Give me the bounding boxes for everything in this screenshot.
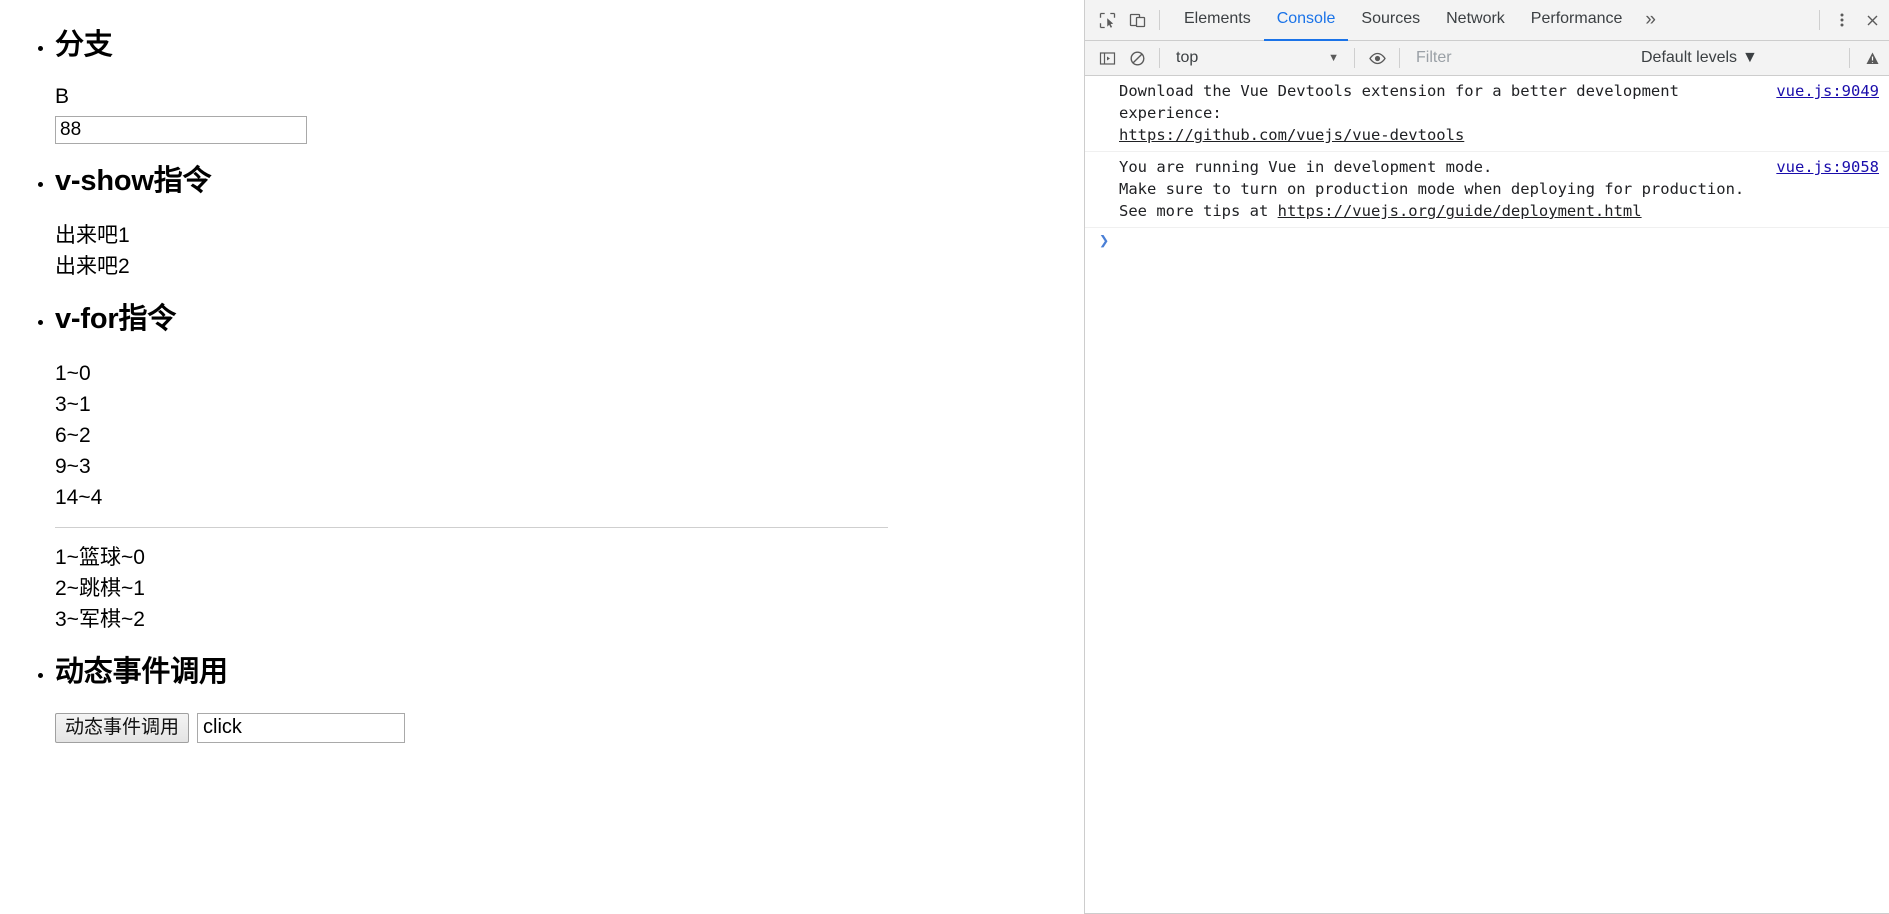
section-title-vshow: v-show指令	[55, 164, 212, 197]
page-section-list: 分支 B v-show指令 出来吧1 出来吧2 v-for指令	[0, 29, 1084, 743]
console-message-body: Download the Vue Devtools extension for …	[1119, 82, 1679, 122]
console-prompt-row[interactable]: ❯	[1085, 228, 1889, 254]
console-message[interactable]: Download the Vue Devtools extension for …	[1085, 76, 1889, 152]
branch-block: B	[55, 84, 1084, 144]
vfor-number-list: 1~0 3~1 6~2 9~3 14~4	[55, 358, 1084, 513]
list-item: 2~跳棋~1	[55, 576, 145, 600]
section-divider	[55, 526, 888, 528]
branch-input[interactable]	[55, 115, 307, 144]
screen-root: 分支 B v-show指令 出来吧1 出来吧2 v-for指令	[0, 0, 1889, 914]
execution-context-value: top	[1176, 49, 1199, 66]
list-item: 14~4	[55, 485, 103, 509]
filter-input[interactable]	[1407, 47, 1619, 69]
devtools-tabbar-right	[1812, 5, 1889, 35]
list-item: 3~军棋~2	[55, 607, 145, 631]
section-branch: 分支 B	[55, 29, 1084, 144]
devtools-tabbar: Elements Console Sources Network Perform…	[1085, 0, 1889, 41]
toolbar-separator	[1159, 10, 1160, 30]
console-message-area[interactable]: Download the Vue Devtools extension for …	[1085, 76, 1889, 914]
section-title-branch: 分支	[55, 29, 113, 61]
devtools-tab-list: Elements Console Sources Network Perform…	[1171, 0, 1666, 41]
branch-label: B	[55, 84, 70, 108]
console-message-link[interactable]: https://vuejs.org/guide/deployment.html	[1278, 202, 1642, 220]
section-dynamic-event: 动态事件调用 动态事件调用	[55, 655, 1084, 743]
three-dots-menu-icon[interactable]	[1827, 5, 1857, 35]
tab-elements[interactable]: Elements	[1171, 0, 1264, 41]
list-item: 1~篮球~0	[55, 545, 145, 569]
console-message-text: Download the Vue Devtools extension for …	[1119, 80, 1762, 146]
console-message-source[interactable]: vue.js:9058	[1776, 156, 1879, 178]
vfor-object-list: 1~篮球~0 2~跳棋~1 3~军棋~2	[55, 542, 1084, 635]
tab-network[interactable]: Network	[1433, 0, 1518, 41]
section-title-vfor: v-for指令	[55, 302, 177, 335]
toolbar-separator	[1819, 10, 1820, 30]
section-vshow: v-show指令 出来吧1 出来吧2	[55, 164, 1084, 282]
toolbar-separator	[1849, 48, 1850, 68]
issues-icon[interactable]	[1857, 43, 1887, 73]
clear-console-icon[interactable]	[1122, 43, 1152, 73]
vshow-block: 出来吧1 出来吧2	[55, 220, 1084, 282]
console-sidebar-icon[interactable]	[1092, 43, 1122, 73]
dynamic-event-button[interactable]: 动态事件调用	[55, 712, 190, 743]
live-expression-icon[interactable]	[1362, 43, 1392, 73]
execution-context-select[interactable]: top ▼	[1167, 46, 1347, 70]
prompt-caret-icon: ❯	[1099, 231, 1110, 251]
dynamic-event-input[interactable]	[197, 712, 406, 743]
close-icon[interactable]	[1857, 5, 1887, 35]
console-message-text: You are running Vue in development mode.…	[1119, 156, 1762, 222]
list-item: 3~1	[55, 392, 91, 416]
log-levels-label: Default levels	[1641, 49, 1738, 66]
list-item: 1~0	[55, 361, 91, 385]
chevron-down-icon: ▼	[1742, 49, 1758, 66]
webpage-viewport: 分支 B v-show指令 出来吧1 出来吧2 v-for指令	[0, 0, 1084, 914]
dynamic-event-row: 动态事件调用	[55, 712, 1084, 743]
list-item: 6~2	[55, 423, 91, 447]
tab-sources[interactable]: Sources	[1348, 0, 1433, 41]
chevron-down-icon: ▼	[1328, 52, 1339, 64]
toolbar-separator	[1159, 48, 1160, 68]
inspect-element-icon[interactable]	[1092, 5, 1122, 35]
device-toolbar-icon[interactable]	[1122, 5, 1152, 35]
console-message-source[interactable]: vue.js:9049	[1776, 80, 1879, 102]
section-title-dynamic-event: 动态事件调用	[55, 655, 228, 688]
log-levels-dropdown[interactable]: Default levels ▼	[1641, 49, 1758, 67]
tab-performance[interactable]: Performance	[1518, 0, 1636, 41]
console-message-link[interactable]: https://github.com/vuejs/vue-devtools	[1119, 126, 1464, 144]
toolbar-separator	[1399, 48, 1400, 68]
list-item: 9~3	[55, 454, 91, 478]
console-message[interactable]: You are running Vue in development mode.…	[1085, 152, 1889, 228]
vshow-line-1: 出来吧1	[55, 223, 130, 247]
vshow-line-2: 出来吧2	[55, 254, 130, 278]
console-filter-bar: top ▼ Default levels ▼	[1085, 41, 1889, 76]
filterbar-right	[1842, 43, 1889, 73]
page-content: 分支 B v-show指令 出来吧1 出来吧2 v-for指令	[0, 0, 1084, 743]
section-vfor: v-for指令 1~0 3~1 6~2 9~3 14~4 1~篮球~0 2~跳棋…	[55, 302, 1084, 635]
toolbar-separator	[1354, 48, 1355, 68]
tab-console[interactable]: Console	[1263, 0, 1349, 41]
devtools-panel: Elements Console Sources Network Perform…	[1084, 0, 1889, 914]
chevron-double-right-icon[interactable]: »	[1635, 0, 1666, 41]
console-prompt-input[interactable]	[1115, 231, 1879, 251]
